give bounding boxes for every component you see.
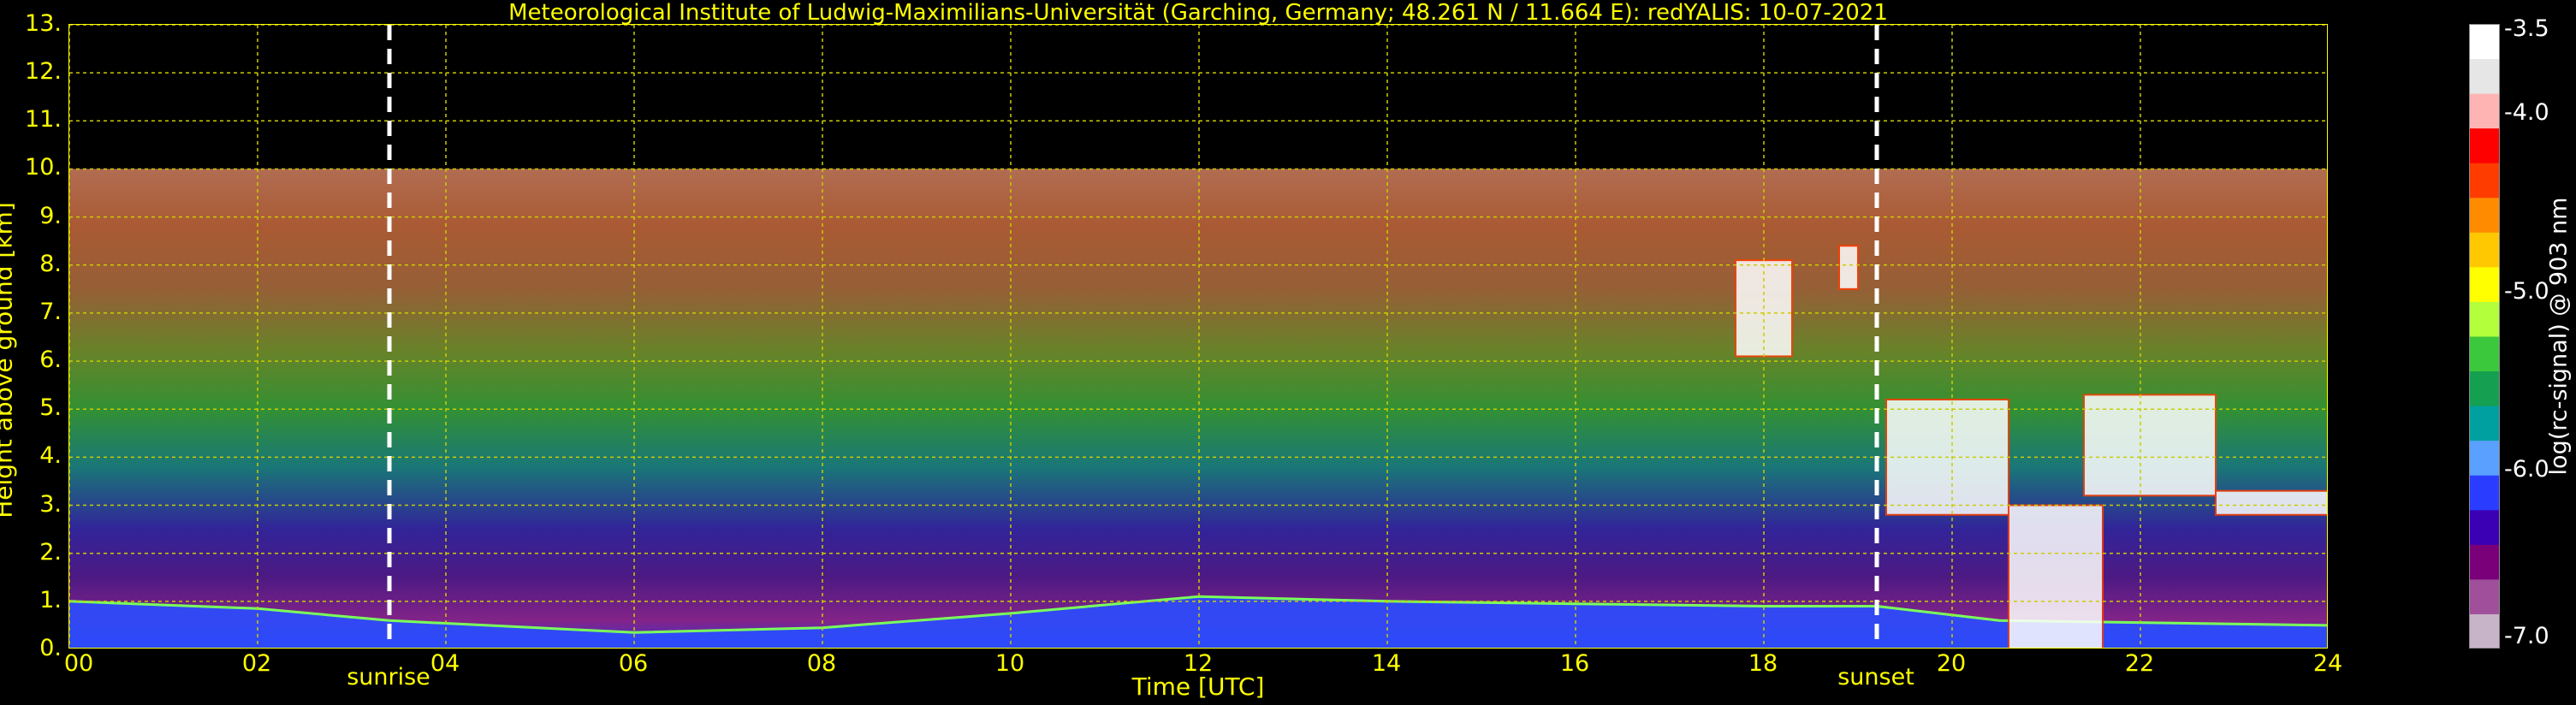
colorbar bbox=[2469, 24, 2500, 649]
colorbar-segment-3 bbox=[2469, 544, 2500, 580]
colorbar-segment-10 bbox=[2469, 301, 2500, 337]
y-tick-label: 4. bbox=[39, 442, 62, 470]
y-tick-label: 2. bbox=[39, 538, 62, 566]
y-tick-label: 3. bbox=[39, 490, 62, 518]
colorbar-segment-11 bbox=[2469, 266, 2500, 302]
colorbar-label: log(rc-signal) @ 903 nm bbox=[2545, 197, 2573, 476]
colorbar-segment-15 bbox=[2469, 127, 2500, 163]
cloud-layer-4 bbox=[2008, 504, 2104, 648]
chart-title: Meteorological Institute of Ludwig-Maxim… bbox=[508, 0, 1888, 26]
y-tick-label: 8. bbox=[39, 250, 62, 277]
y-tick-label: 5. bbox=[39, 394, 62, 422]
y-tick-label: 12. bbox=[25, 58, 62, 86]
plot-svg bbox=[69, 25, 2327, 648]
colorbar-segment-12 bbox=[2469, 232, 2500, 268]
colorbar-segment-17 bbox=[2469, 58, 2500, 94]
colorbar-segment-6 bbox=[2469, 440, 2500, 476]
y-tick-label: 9. bbox=[39, 202, 62, 229]
y-tick-label: 7. bbox=[39, 298, 62, 325]
colorbar-tick-label: -3.5 bbox=[2504, 15, 2549, 42]
colorbar-tick-label: -7.0 bbox=[2504, 623, 2549, 649]
plot-area bbox=[68, 24, 2328, 649]
colorbar-tick-label: -5.0 bbox=[2504, 277, 2549, 305]
colorbar-segment-5 bbox=[2469, 475, 2500, 511]
colorbar-tick-label: -6.0 bbox=[2504, 456, 2549, 483]
colorbar-segment-14 bbox=[2469, 163, 2500, 198]
cloud-layer-2 bbox=[1838, 245, 1859, 290]
colorbar-segment-13 bbox=[2469, 197, 2500, 233]
colorbar-segment-18 bbox=[2469, 24, 2500, 60]
y-tick-label: 13. bbox=[25, 10, 62, 37]
colorbar-segment-16 bbox=[2469, 93, 2500, 129]
colorbar-segment-9 bbox=[2469, 336, 2500, 372]
y-tick-label: 10. bbox=[25, 154, 62, 181]
colorbar-segment-8 bbox=[2469, 370, 2500, 406]
colorbar-segment-1 bbox=[2469, 613, 2500, 649]
cloud-layer-6 bbox=[2215, 489, 2327, 516]
y-tick-label: 1. bbox=[39, 586, 62, 613]
colorbar-segment-2 bbox=[2469, 578, 2500, 614]
x-axis-label: Time [UTC] bbox=[1131, 672, 1265, 701]
cloud-layer-5 bbox=[2083, 394, 2217, 497]
colorbar-segment-4 bbox=[2469, 509, 2500, 545]
y-tick-label: 6. bbox=[39, 347, 62, 374]
colorbar-tick-label: -4.0 bbox=[2504, 99, 2549, 127]
colorbar-segment-7 bbox=[2469, 406, 2500, 441]
y-tick-label: 11. bbox=[25, 106, 62, 133]
